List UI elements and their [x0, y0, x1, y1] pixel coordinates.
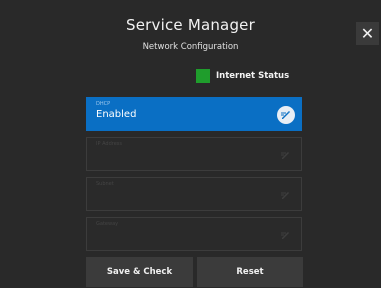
gateway-field[interactable]: Gateway [86, 217, 302, 251]
edit-icon [277, 186, 295, 204]
subnet-field-label: Subnet [96, 181, 114, 187]
internet-status: Internet Status [196, 69, 289, 83]
internet-status-indicator [196, 69, 210, 83]
ip-address-field-label: IP Address [96, 141, 122, 147]
subnet-field[interactable]: Subnet [86, 177, 302, 211]
close-icon: ✕ [360, 23, 375, 43]
dhcp-field-value: Enabled [96, 109, 137, 120]
page-subtitle: Network Configuration [142, 42, 239, 52]
dhcp-field[interactable]: DHCP Enabled [86, 97, 302, 131]
ip-address-field[interactable]: IP Address [86, 137, 302, 171]
page-title: Service Manager [126, 16, 255, 34]
edit-icon [277, 226, 295, 244]
reset-button[interactable]: Reset [197, 257, 303, 287]
edit-icon [277, 146, 295, 164]
internet-status-label: Internet Status [216, 71, 290, 81]
gateway-field-label: Gateway [96, 221, 119, 227]
save-check-button[interactable]: Save & Check [86, 257, 193, 287]
edit-icon[interactable] [277, 106, 295, 124]
service-manager-screen: Service Manager Network Configuration ✕ … [0, 0, 381, 288]
close-button[interactable]: ✕ [356, 22, 379, 45]
dhcp-field-label: DHCP [96, 101, 111, 107]
